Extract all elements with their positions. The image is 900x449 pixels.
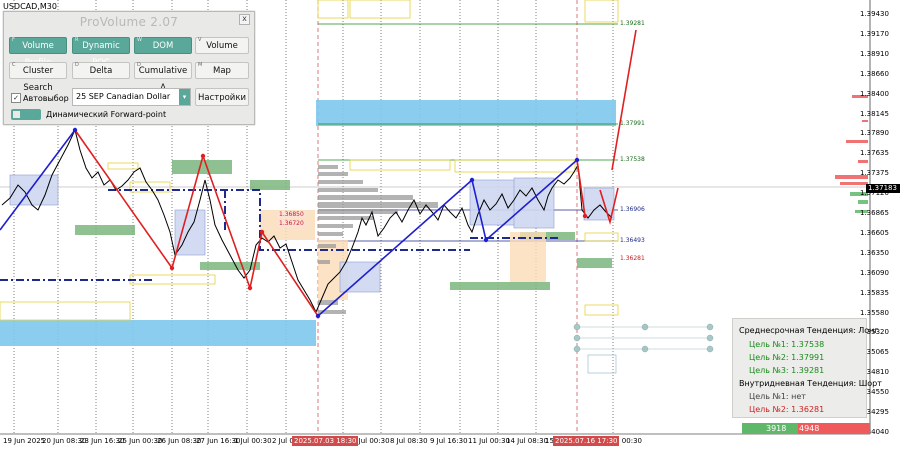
toggle-knob — [13, 111, 20, 118]
price-tick-label: 1.35580 — [860, 308, 889, 317]
time-tick-label: 8 Jul 08:30 — [390, 437, 428, 445]
hotkey-hint: V — [198, 37, 202, 43]
price-tick-label: 1.39430 — [860, 10, 889, 18]
delta-button[interactable]: D Delta — [72, 62, 130, 79]
price-tick-label: 1.38145 — [860, 109, 889, 118]
checkbox-tick-icon: ✓ — [11, 93, 21, 103]
level-target3-label: 1.39281 — [620, 20, 645, 27]
time-tick-label: 9 Jul 16:30 — [430, 437, 468, 445]
autoselect-checkbox[interactable]: ✓ Автовыбор — [11, 93, 69, 103]
intraday-target-1: Цель №1: нет — [749, 392, 806, 401]
volume-delta-bar: 3918 4948 — [742, 423, 870, 434]
symbol-label: USDCAD,M30 — [3, 2, 57, 11]
box-label-b: 1.36720 — [278, 220, 305, 227]
button-label: Cluster Search — [22, 66, 54, 93]
hotkey-hint: D — [137, 62, 141, 68]
contract-select[interactable]: 25 SEP Canadian Dollar ▾ — [72, 88, 191, 106]
hotkey-hint: F — [12, 37, 15, 43]
time-tick-label: 1 Jul 00:30 — [234, 437, 272, 445]
level-low-label: 1.36493 — [620, 237, 645, 244]
medium-target-1: Цель №1: 1.37538 — [749, 340, 825, 349]
time-highlight-1: 2025.07.03 18:30 — [292, 436, 359, 446]
medium-target-3: Цель №3: 1.39281 — [749, 366, 825, 375]
chevron-down-icon: ▾ — [179, 89, 190, 105]
map-button[interactable]: M Map — [195, 62, 249, 79]
level-short2-label: 1.36281 — [620, 255, 645, 262]
box-label-a: 1.36850 — [278, 211, 305, 218]
level-mid-label: 1.36906 — [620, 206, 645, 213]
price-tick-label: 1.36865 — [860, 209, 889, 217]
price-tick-label: 1.38910 — [860, 49, 889, 58]
hotkey-hint: R — [75, 37, 79, 43]
time-tick-label: 11 Jul 00:30 — [468, 437, 510, 445]
price-tick-label: 1.38660 — [860, 69, 889, 78]
time-highlight-2: 2025.07.16 17:30 — [553, 436, 620, 446]
price-tick-label: 1.36350 — [860, 248, 889, 257]
price-tick-label: 1.38400 — [860, 89, 889, 98]
hotkey-hint: D — [75, 62, 79, 68]
current-price-tag: 1.37183 — [866, 184, 900, 193]
cluster-search-button[interactable]: C Cluster Search — [9, 62, 67, 93]
panel-close-button[interactable]: x — [239, 14, 250, 25]
forward-point-label: Динамический Forward-point — [46, 110, 167, 119]
volume-button[interactable]: V Volume — [195, 37, 249, 54]
button-label: Map — [213, 66, 231, 76]
buy-volume-value: 3918 — [766, 424, 787, 433]
price-tick-label: 1.36090 — [860, 268, 889, 277]
hotkey-hint: W — [137, 37, 142, 43]
hotkey-hint: M — [198, 62, 203, 68]
settings-button[interactable]: Настройки — [195, 88, 249, 106]
panel-title: ProVolume 2.07 — [79, 15, 179, 29]
forward-point-toggle[interactable] — [11, 109, 41, 120]
provolume-panel: ProVolume 2.07 x FVolume ProfileRDynamic… — [3, 11, 255, 125]
autoselect-label: Автовыбор — [23, 93, 69, 103]
time-tick-label: 14 Jul 08:30 — [506, 437, 548, 445]
time-tick-label: 19 Jun 2025 — [3, 437, 46, 445]
time-tick-label: 26 Jun 08:30 — [157, 437, 202, 445]
price-tick-label: 1.37635 — [860, 149, 889, 158]
intraday-trend-title: Внутридневная Тенденция: Шорт — [739, 379, 882, 388]
sell-volume-value: 4948 — [799, 424, 820, 433]
level-target2-label: 1.37991 — [620, 120, 645, 127]
button-label: DOM — [152, 41, 174, 51]
trend-info-box: Среднесрочная Тенденция: Лонг Цель №1: 1… — [732, 318, 882, 418]
time-tick-label: 25 Jun 00:30 — [118, 437, 163, 445]
dom-button[interactable]: W DOM — [134, 37, 192, 54]
medium-target-2: Цель №2: 1.37991 — [749, 353, 825, 362]
price-tick-label: 1.39170 — [860, 29, 889, 38]
price-tick-label: 1.37890 — [860, 129, 889, 138]
intraday-target-2: Цель №2: 1.36281 — [749, 405, 825, 414]
level-target1-label: 1.37538 — [620, 156, 645, 163]
button-label: Delta — [89, 66, 113, 76]
price-tick-label: 1.37375 — [860, 169, 889, 178]
contract-select-value: 25 SEP Canadian Dollar — [76, 92, 171, 101]
button-label: Volume — [206, 41, 238, 51]
cumulative-delta-button[interactable]: DCumulative Δ — [134, 62, 192, 93]
medium-trend-title: Среднесрочная Тенденция: Лонг — [739, 326, 879, 335]
volume-profile-button[interactable]: FVolume Profile — [9, 37, 67, 68]
price-tick-label: 1.36605 — [860, 228, 889, 237]
hotkey-hint: C — [12, 62, 16, 68]
dynamic-poc-button[interactable]: RDynamic POC — [72, 37, 130, 68]
price-tick-label: 1.35835 — [860, 288, 889, 297]
trading-terminal: { "symbol_label": "USDCAD,M30", "panel":… — [0, 0, 900, 449]
